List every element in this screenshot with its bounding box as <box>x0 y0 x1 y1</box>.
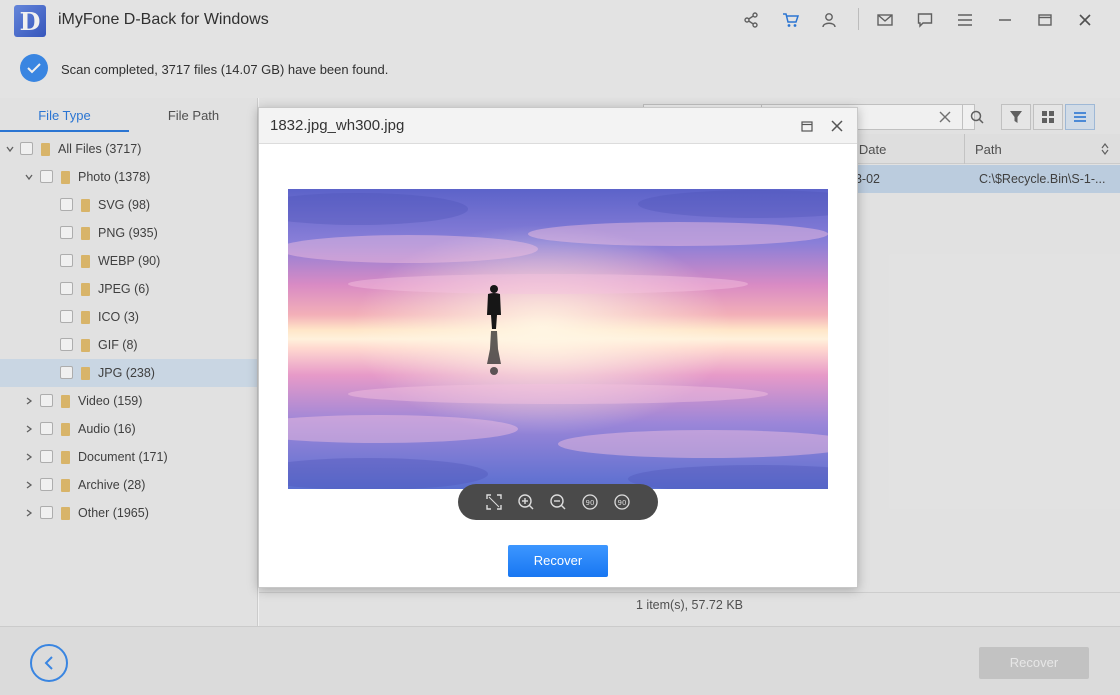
rotate-left-label: 90 <box>586 499 595 507</box>
image-toolbar: 90 90 <box>458 484 658 520</box>
rotate-left-icon[interactable]: 90 <box>580 492 600 512</box>
rotate-right-label: 90 <box>618 499 627 507</box>
dialog-close-icon[interactable] <box>828 117 846 135</box>
rotate-right-icon[interactable]: 90 <box>612 492 632 512</box>
recover-button[interactable]: Recover <box>508 545 608 577</box>
zoom-in-icon[interactable] <box>516 492 536 512</box>
restore-icon[interactable] <box>798 117 816 135</box>
zoom-out-icon[interactable] <box>548 492 568 512</box>
dialog-title: 1832.jpg_wh300.jpg <box>270 117 405 134</box>
dialog-header: 1832.jpg_wh300.jpg <box>259 108 857 144</box>
preview-image <box>288 189 828 489</box>
preview-dialog: 1832.jpg_wh300.jpg 90 90 Recover <box>258 107 858 588</box>
fullscreen-icon[interactable] <box>484 492 504 512</box>
